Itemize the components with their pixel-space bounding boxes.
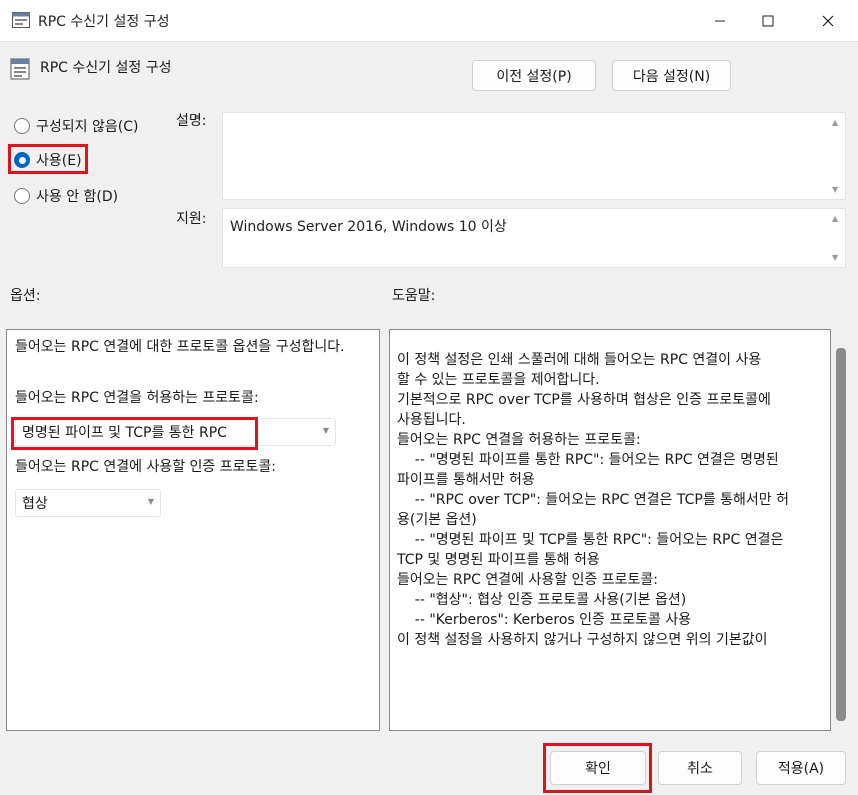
help-scrollbar-thumb[interactable] [836,348,846,721]
help-line: 이 정책 설정을 사용하지 않거나 구성하지 않으면 위의 기본값이 [397,632,768,648]
help-line: -- "명명된 파이프를 통한 RPC": 들어오는 RPC 연결은 명명된 [397,452,779,468]
radio-label: 사용 안 함(D) [36,189,119,205]
cancel-button[interactable]: 취소 [658,751,742,785]
close-icon [822,15,834,27]
scrollbar[interactable]: ▲ ▼ [828,113,845,199]
help-line: 들어오는 RPC 연결을 허용하는 프로토콜: [397,432,641,448]
chevron-down-icon: ▼ [322,426,329,435]
description-label: 설명: [176,113,207,129]
next-setting-button[interactable]: 다음 설정(N) [612,60,731,91]
close-button[interactable] [805,0,851,42]
help-line: TCP 및 명명된 파이프를 통해 허용 [397,552,600,568]
help-line: -- "RPC over TCP": 들어오는 RPC 연결은 TCP를 통해서… [397,492,789,508]
help-line: 할 수 있는 프로토콜을 제어합니다. [397,372,600,388]
support-text: Windows Server 2016, Windows 10 이상 [230,219,507,235]
help-line: 들어오는 RPC 연결에 사용할 인증 프로토콜: [397,572,658,588]
scroll-down-icon[interactable]: ▼ [832,185,838,194]
maximize-button[interactable] [745,0,791,42]
apply-button[interactable]: 적용(A) [756,751,846,785]
policy-icon [10,58,30,80]
radio-indicator[interactable] [14,118,30,134]
help-line: 용(기본 옵션) [397,512,477,528]
options-pane: 들어오는 RPC 연결에 대한 프로토콜 옵션을 구성합니다. 들어오는 RPC… [6,329,380,731]
window-title: RPC 수신기 설정 구성 [38,14,170,30]
options-intro: 들어오는 RPC 연결에 대한 프로토콜 옵션을 구성합니다. [15,339,345,355]
highlight-box [11,417,258,450]
help-line: 이 정책 설정은 인쇄 스풀러에 대해 들어오는 RPC 연결이 사용 [397,352,762,368]
help-pane[interactable]: 이 정책 설정은 인쇄 스풀러에 대해 들어오는 RPC 연결이 사용 할 수 … [389,329,831,731]
title-bar: RPC 수신기 설정 구성 [0,0,858,42]
maximize-icon [762,15,774,27]
help-line: 파이프를 통해서만 허용 [397,472,535,488]
radio-not-configured[interactable]: 구성되지 않음(C) [14,116,138,136]
policy-title: RPC 수신기 설정 구성 [40,60,172,76]
radio-disabled[interactable]: 사용 안 함(D) [14,186,118,206]
previous-setting-button[interactable]: 이전 설정(P) [472,60,596,91]
protocol-label: 들어오는 RPC 연결을 허용하는 프로토콜: [15,390,259,406]
support-box[interactable]: Windows Server 2016, Windows 10 이상 ▲ ▼ [222,208,846,268]
policy-icon [12,12,30,28]
scroll-up-icon[interactable]: ▲ [832,118,838,127]
help-line: 기본적으로 RPC over TCP를 사용하며 협상은 인증 프로토콜에 [397,392,771,408]
description-box[interactable]: ▲ ▼ [222,112,846,200]
auth-protocol-dropdown[interactable]: 협상 ▼ [15,489,161,517]
minimize-button[interactable] [697,0,743,42]
minimize-icon [715,20,725,22]
help-line: -- "Kerberos": Kerberos 인증 프로토콜 사용 [397,612,692,628]
scrollbar[interactable]: ▲ ▼ [828,209,845,267]
auth-protocol-value: 협상 [22,496,48,512]
support-label: 지원: [176,211,207,227]
radio-label: 구성되지 않음(C) [36,119,139,135]
help-text: 이 정책 설정은 인쇄 스풀러에 대해 들어오는 RPC 연결이 사용 할 수 … [397,350,825,650]
highlight-box [543,743,652,793]
help-line: -- "명명된 파이프 및 TCP를 통한 RPC": 들어오는 RPC 연결은 [397,532,784,548]
scroll-up-icon[interactable]: ▲ [832,214,838,223]
options-label: 옵션: [10,288,41,304]
radio-indicator[interactable] [14,188,30,204]
auth-protocol-label: 들어오는 RPC 연결에 사용할 인증 프로토콜: [15,459,276,475]
highlight-box [8,144,88,174]
help-line: -- "협상": 협상 인증 프로토콜 사용(기본 옵션) [397,592,687,608]
help-line: 사용됩니다. [397,412,466,428]
scroll-down-icon[interactable]: ▼ [832,253,838,262]
help-label: 도움말: [392,288,436,304]
chevron-down-icon: ▼ [147,497,154,506]
